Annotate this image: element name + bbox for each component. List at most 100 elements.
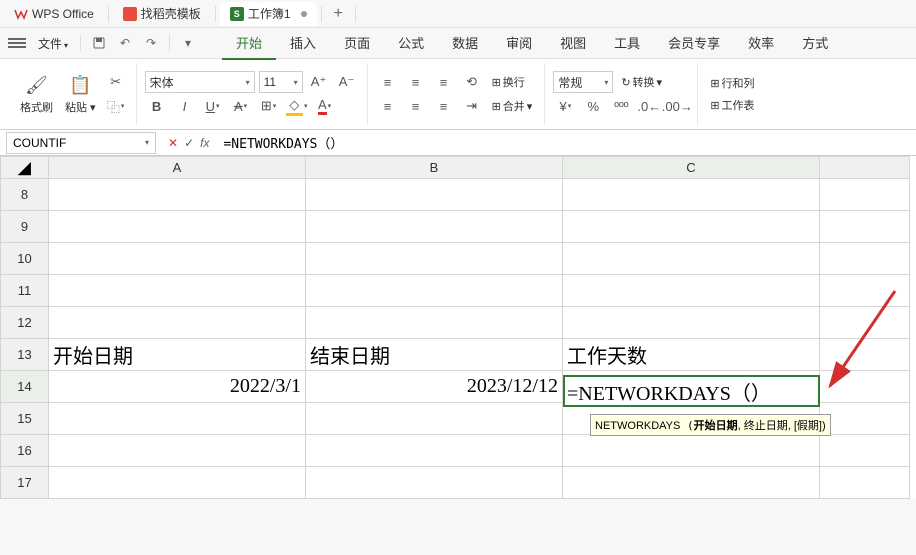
tab-workbook[interactable]: S 工作簿1 (220, 2, 317, 26)
cell-C13[interactable]: 工作天数 (563, 339, 820, 371)
cell-C8[interactable] (563, 179, 820, 211)
cell-B12[interactable] (306, 307, 563, 339)
cell-D12[interactable] (820, 307, 910, 339)
row-header-11[interactable]: 11 (1, 275, 49, 307)
align-middle-button[interactable]: ≡ (404, 71, 428, 93)
align-bottom-button[interactable]: ≡ (432, 71, 456, 93)
paste-button[interactable]: 📋粘贴 ▾ (61, 71, 100, 117)
tab-insert[interactable]: 插入 (276, 27, 330, 60)
row-header-14[interactable]: 14 (1, 371, 49, 403)
number-format-combo[interactable]: 常规▾ (553, 71, 613, 93)
cell-B14[interactable]: 2023/12/12 (306, 371, 563, 403)
row-header-13[interactable]: 13 (1, 339, 49, 371)
row-header-9[interactable]: 9 (1, 211, 49, 243)
comma-button[interactable]: ººº (609, 95, 633, 117)
format-painter-button[interactable]: 🖌格式刷 (16, 71, 57, 117)
percent-button[interactable]: % (581, 95, 605, 117)
cell-A13[interactable]: 开始日期 (49, 339, 306, 371)
fx-icon[interactable]: fx (200, 136, 209, 150)
fill-color-button[interactable]: ◇ ▾ (285, 95, 309, 117)
strike-button[interactable]: A▾ (229, 95, 253, 117)
cell-D15[interactable] (820, 403, 910, 435)
currency-button[interactable]: ¥▾ (553, 95, 577, 117)
cell-A9[interactable] (49, 211, 306, 243)
cell-B8[interactable] (306, 179, 563, 211)
copy-button[interactable]: ⿻▾ (104, 95, 128, 117)
tab-efficiency[interactable]: 效率 (734, 27, 788, 60)
tab-member[interactable]: 会员专享 (654, 27, 734, 60)
orientation-button[interactable]: ⟲ (460, 71, 484, 93)
cancel-formula-button[interactable]: ✕ (168, 136, 178, 150)
hamburger-icon[interactable] (8, 36, 26, 50)
select-all-corner[interactable]: ◢ (1, 157, 49, 179)
cell-C17[interactable] (563, 467, 820, 499)
cell-A11[interactable] (49, 275, 306, 307)
add-tab-button[interactable]: + (326, 5, 351, 23)
name-box[interactable]: COUNTIF▾ (6, 132, 156, 154)
cell-D10[interactable] (820, 243, 910, 275)
decrease-font-button[interactable]: A⁻ (335, 71, 359, 93)
formula-input[interactable]: =NETWORKDAYS（） (215, 133, 916, 152)
bold-button[interactable]: B (145, 95, 169, 117)
convert-button[interactable]: ↻ 转换 ▾ (617, 72, 666, 92)
cell-D13[interactable] (820, 339, 910, 371)
row-header-16[interactable]: 16 (1, 435, 49, 467)
active-cell-editor[interactable]: =NETWORKDAYS（） (563, 375, 820, 407)
cell-B13[interactable]: 结束日期 (306, 339, 563, 371)
cell-B10[interactable] (306, 243, 563, 275)
cell-C10[interactable] (563, 243, 820, 275)
cell-D8[interactable] (820, 179, 910, 211)
border-button[interactable]: ⊞▾ (257, 95, 281, 117)
row-header-10[interactable]: 10 (1, 243, 49, 275)
cut-button[interactable]: ✂ (104, 71, 128, 93)
cell-A8[interactable] (49, 179, 306, 211)
tab-doke[interactable]: 找稻壳模板 (113, 2, 211, 26)
cell-D9[interactable] (820, 211, 910, 243)
cell-D16[interactable] (820, 435, 910, 467)
cell-C12[interactable] (563, 307, 820, 339)
increase-font-button[interactable]: A⁺ (307, 71, 331, 93)
tab-more[interactable]: 方式 (788, 27, 842, 60)
cell-A12[interactable] (49, 307, 306, 339)
col-header-next[interactable] (820, 157, 910, 179)
decrease-decimal-button[interactable]: .0← (637, 95, 661, 117)
cell-B17[interactable] (306, 467, 563, 499)
tab-review[interactable]: 审阅 (492, 27, 546, 60)
cell-B9[interactable] (306, 211, 563, 243)
italic-button[interactable]: I (173, 95, 197, 117)
tab-formula[interactable]: 公式 (384, 27, 438, 60)
tab-page[interactable]: 页面 (330, 27, 384, 60)
tab-view[interactable]: 视图 (546, 27, 600, 60)
accept-formula-button[interactable]: ✓ (184, 136, 194, 150)
font-color-button[interactable]: A▾ (313, 95, 337, 117)
col-header-A[interactable]: A (49, 157, 306, 179)
cell-A16[interactable] (49, 435, 306, 467)
col-header-C[interactable]: C (563, 157, 820, 179)
row-header-12[interactable]: 12 (1, 307, 49, 339)
tab-data[interactable]: 数据 (438, 27, 492, 60)
col-header-B[interactable]: B (306, 157, 563, 179)
wrap-button[interactable]: ⊞ 换行 (488, 72, 529, 92)
font-size-combo[interactable]: 11▾ (259, 71, 303, 93)
font-name-combo[interactable]: 宋体▾ (145, 71, 255, 93)
cell-D17[interactable] (820, 467, 910, 499)
cell-B16[interactable] (306, 435, 563, 467)
underline-button[interactable]: U▾ (201, 95, 225, 117)
undo-button[interactable]: ↶ (113, 31, 137, 55)
cell-C16[interactable] (563, 435, 820, 467)
file-menu[interactable]: 文件▾ (32, 33, 74, 54)
tab-wps-office[interactable]: WPS Office (4, 2, 104, 26)
row-header-8[interactable]: 8 (1, 179, 49, 211)
redo-button[interactable]: ↷ (139, 31, 163, 55)
cell-A14[interactable]: 2022/3/1 (49, 371, 306, 403)
align-left-button[interactable]: ≡ (376, 95, 400, 117)
quick-dropdown[interactable]: ▾ (176, 31, 200, 55)
cell-B11[interactable] (306, 275, 563, 307)
row-header-17[interactable]: 17 (1, 467, 49, 499)
rowcol-button[interactable]: ⊞ 行和列 (706, 73, 758, 93)
cell-A17[interactable] (49, 467, 306, 499)
increase-decimal-button[interactable]: .00→ (665, 95, 689, 117)
tab-start[interactable]: 开始 (222, 27, 276, 60)
cell-D14[interactable] (820, 371, 910, 403)
cell-D11[interactable] (820, 275, 910, 307)
